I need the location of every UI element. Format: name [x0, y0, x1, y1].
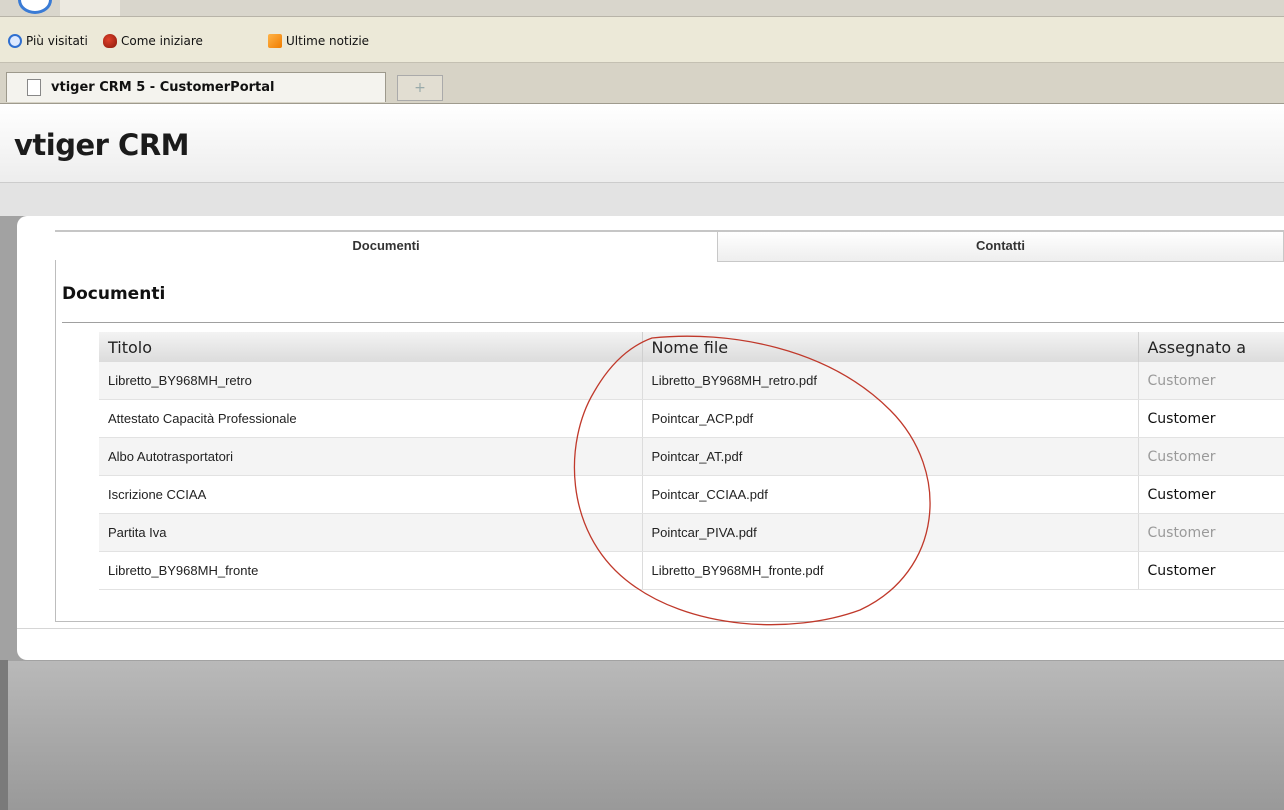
cell-assegnato: Customer: [1138, 399, 1284, 438]
bookmark-piu-visitati[interactable]: Più visitati: [8, 34, 88, 48]
cell-assegnato: Customer: [1138, 513, 1284, 552]
cell-assegnato: Customer: [1138, 362, 1284, 400]
window-edge: [0, 660, 8, 810]
search-icon: [8, 34, 22, 48]
cell-assegnato: Customer: [1138, 475, 1284, 514]
tab-contatti[interactable]: Contatti: [718, 232, 1284, 262]
browser-tab-customerportal[interactable]: vtiger CRM 5 - CustomerPortal: [6, 72, 386, 102]
page-title: Documenti: [62, 284, 166, 304]
browser-logo-icon[interactable]: [18, 0, 52, 14]
tab-documenti[interactable]: Documenti: [55, 232, 718, 262]
plus-icon: +: [414, 80, 426, 96]
annotation-ellipse: [573, 335, 931, 626]
bookmark-label: Come iniziare: [121, 34, 203, 48]
bookmarks-toolbar: Più visitati Come iniziare Ultime notizi…: [0, 17, 1284, 63]
navigation-toolbar: [60, 0, 120, 16]
new-tab-button[interactable]: +: [397, 75, 443, 101]
bookmark-label: Ultime notizie: [286, 34, 370, 48]
cell-assegnato: Customer: [1138, 551, 1284, 590]
cell-assegnato: Customer: [1138, 437, 1284, 476]
bookmark-ultime-notizie[interactable]: Ultime notizie: [268, 34, 369, 48]
bookmark-label: Più visitati: [26, 34, 88, 48]
browser-tab-bar: vtiger CRM 5 - CustomerPortal +: [0, 63, 1284, 104]
header-band: [0, 183, 1284, 216]
bookmark-come-iniziare[interactable]: Come iniziare: [103, 34, 203, 48]
vtiger-logo: vtiger CRM: [14, 128, 190, 162]
annotation-ellipse-stroke: [573, 335, 931, 626]
browser-titlebar: [0, 0, 1284, 17]
rss-feed-icon: [268, 34, 282, 48]
firefox-icon: [103, 34, 117, 48]
module-tabs: Documenti Contatti: [55, 230, 1284, 262]
column-header-assegnato-a[interactable]: Assegnato a: [1138, 332, 1284, 362]
content-frame-left: [55, 260, 56, 622]
page-icon: [27, 79, 41, 96]
portal-header: vtiger CRM: [0, 104, 1284, 183]
page-footer-area: [0, 661, 1284, 810]
browser-tab-title: vtiger CRM 5 - CustomerPortal: [51, 80, 275, 95]
title-divider: [62, 322, 1284, 323]
